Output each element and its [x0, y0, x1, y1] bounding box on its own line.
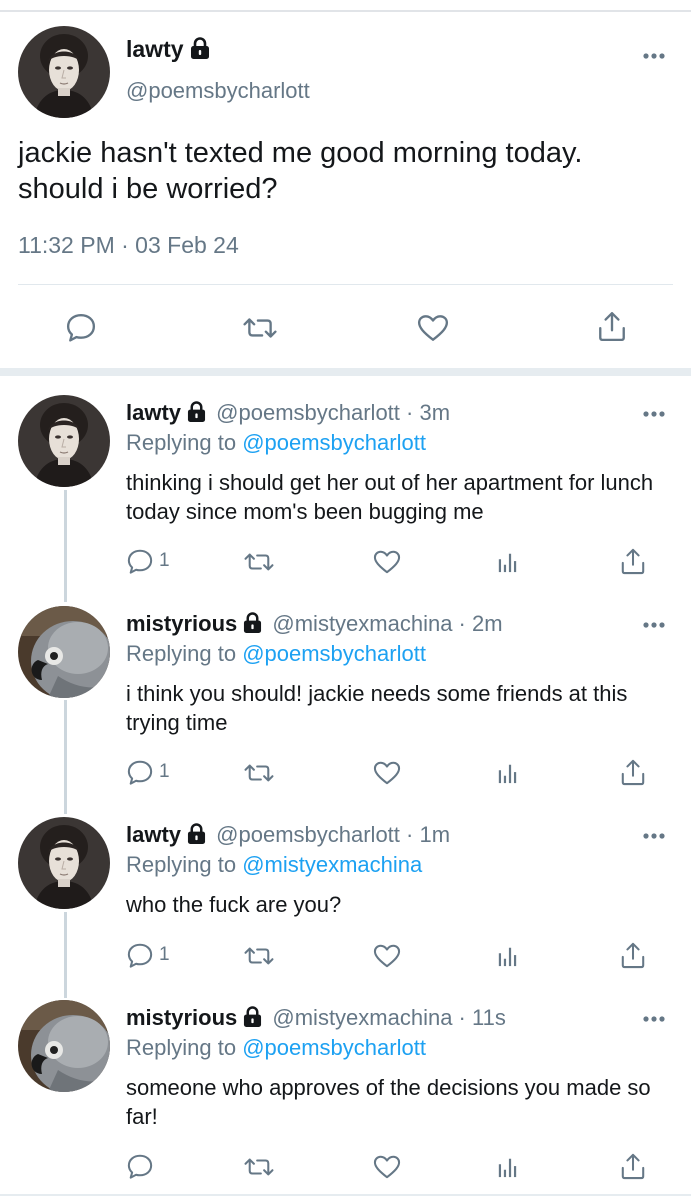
- reply-count: 1: [159, 944, 170, 965]
- user-handle[interactable]: @poemsbycharlott · 1m: [216, 822, 450, 847]
- more-options-icon[interactable]: [642, 410, 666, 418]
- replying-to-link[interactable]: @poemsbycharlott: [242, 1035, 426, 1060]
- more-options-icon[interactable]: [642, 621, 666, 629]
- stats-icon[interactable]: [497, 1154, 519, 1180]
- avatar[interactable]: [18, 1000, 110, 1092]
- display-name[interactable]: mistyrious: [126, 1005, 237, 1030]
- replying-to-link[interactable]: @mistyexmachina: [242, 852, 422, 877]
- avatar[interactable]: [18, 606, 110, 698]
- share-icon[interactable]: [620, 758, 646, 786]
- reply-header: lawty @poemsbycharlott · 3m: [126, 400, 450, 426]
- display-name[interactable]: lawty: [126, 36, 210, 63]
- user-handle[interactable]: @mistyexmachina · 2m: [272, 611, 502, 636]
- reply-icon: [127, 1153, 153, 1179]
- reply-text: someone who approves of the decisions yo…: [126, 1075, 651, 1129]
- lock-icon: [187, 401, 206, 422]
- user-handle[interactable]: @poemsbycharlott · 3m: [216, 400, 450, 425]
- display-name[interactable]: lawty: [126, 400, 181, 425]
- reply-text: who the fuck are you?: [126, 892, 342, 917]
- retweet-icon[interactable]: [244, 943, 274, 969]
- reply-tweet[interactable]: lawty @poemsbycharlott · 3m Replying to …: [0, 400, 691, 590]
- reply-tweet[interactable]: mistyrious @mistyexmachina · 2m Replying…: [0, 611, 691, 801]
- replying-to: Replying to @poemsbycharlott: [126, 641, 426, 667]
- retweet-icon[interactable]: [244, 760, 274, 786]
- display-name[interactable]: mistyrious: [126, 611, 237, 636]
- replying-prefix: Replying to: [126, 641, 243, 666]
- lock-icon: [243, 1006, 262, 1027]
- like-icon[interactable]: [417, 313, 449, 343]
- replying-to-link[interactable]: @poemsbycharlott: [242, 430, 426, 455]
- tweet-timestamp[interactable]: 11:32 PM · 03 Feb 24: [18, 232, 239, 259]
- reply-action[interactable]: 1: [127, 759, 187, 787]
- share-icon[interactable]: [597, 310, 627, 342]
- replying-prefix: Replying to: [126, 1035, 243, 1060]
- reply-icon: [127, 942, 153, 968]
- display-name-text: lawty: [126, 36, 184, 62]
- share-icon[interactable]: [620, 941, 646, 969]
- divider: [18, 284, 673, 285]
- avatar[interactable]: [18, 817, 110, 909]
- user-handle[interactable]: @mistyexmachina · 11s: [272, 1005, 505, 1030]
- stats-icon[interactable]: [497, 549, 519, 575]
- tweet-text: jackie hasn't texted me good morning tod…: [18, 137, 583, 205]
- replying-to: Replying to @poemsbycharlott: [126, 1035, 426, 1061]
- reply-icon: [127, 548, 153, 574]
- stats-icon[interactable]: [497, 943, 519, 969]
- retweet-icon[interactable]: [244, 549, 274, 575]
- more-options-icon[interactable]: [642, 832, 666, 840]
- reply-text: i think you should! jackie needs some fr…: [126, 681, 628, 735]
- user-handle[interactable]: @poemsbycharlott: [126, 78, 310, 104]
- replying-prefix: Replying to: [126, 852, 243, 877]
- avatar[interactable]: [18, 26, 110, 118]
- like-icon[interactable]: [373, 943, 401, 969]
- replying-prefix: Replying to: [126, 430, 243, 455]
- reply-text: thinking i should get her out of her apa…: [126, 470, 654, 524]
- reply-icon[interactable]: [66, 312, 96, 342]
- section-divider: [0, 368, 691, 376]
- top-divider: [0, 10, 691, 12]
- lock-icon: [243, 612, 262, 633]
- replying-to-link[interactable]: @poemsbycharlott: [242, 641, 426, 666]
- display-name[interactable]: lawty: [126, 822, 181, 847]
- like-icon[interactable]: [373, 760, 401, 786]
- reply-header: lawty @poemsbycharlott · 1m: [126, 822, 450, 848]
- retweet-icon[interactable]: [243, 313, 277, 343]
- bottom-divider: [0, 1194, 691, 1196]
- avatar[interactable]: [18, 395, 110, 487]
- share-icon[interactable]: [620, 547, 646, 575]
- replying-to: Replying to @mistyexmachina: [126, 852, 422, 878]
- reply-header: mistyrious @mistyexmachina · 2m: [126, 611, 503, 637]
- replying-to: Replying to @poemsbycharlott: [126, 430, 426, 456]
- retweet-icon[interactable]: [244, 1154, 274, 1180]
- reply-action[interactable]: [127, 1153, 187, 1181]
- reply-count: 1: [159, 761, 170, 782]
- reply-tweet[interactable]: mistyrious @mistyexmachina · 11s Replyin…: [0, 1005, 691, 1195]
- reply-icon: [127, 759, 153, 785]
- lock-icon: [187, 823, 206, 844]
- more-options-icon[interactable]: [642, 1015, 666, 1023]
- more-options-icon[interactable]: [642, 52, 666, 60]
- reply-tweet[interactable]: lawty @poemsbycharlott · 1m Replying to …: [0, 822, 691, 982]
- reply-count: 1: [159, 550, 170, 571]
- reply-header: mistyrious @mistyexmachina · 11s: [126, 1005, 506, 1031]
- share-icon[interactable]: [620, 1152, 646, 1180]
- reply-action[interactable]: 1: [127, 942, 187, 970]
- reply-action[interactable]: 1: [127, 548, 187, 576]
- lock-icon: [190, 37, 210, 59]
- like-icon[interactable]: [373, 1154, 401, 1180]
- stats-icon[interactable]: [497, 760, 519, 786]
- like-icon[interactable]: [373, 549, 401, 575]
